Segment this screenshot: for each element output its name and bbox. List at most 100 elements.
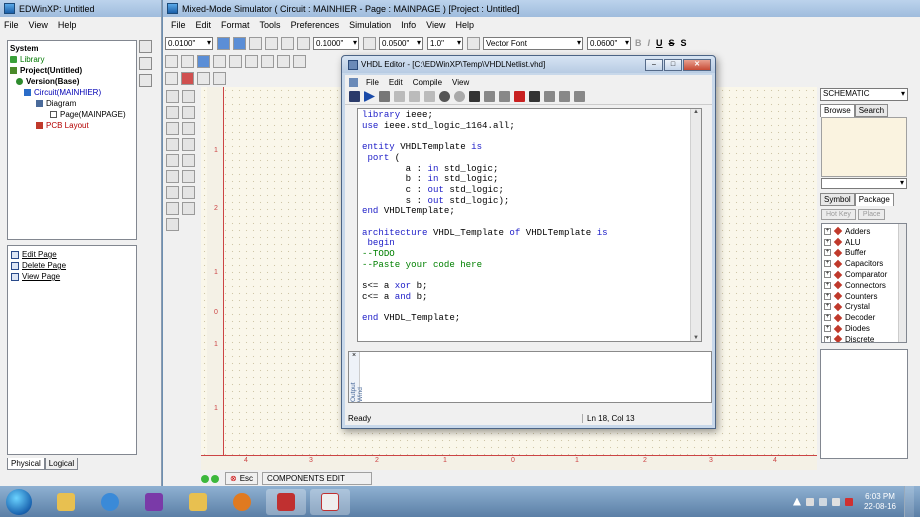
undo-icon[interactable] <box>439 91 450 102</box>
expand-icon[interactable]: + <box>824 325 831 333</box>
menu-view[interactable]: View <box>426 20 445 30</box>
menu-edit[interactable]: Edit <box>389 78 403 87</box>
snap-icon[interactable] <box>297 36 310 50</box>
menu-view[interactable]: View <box>29 20 48 30</box>
list-item[interactable]: + Buffer <box>824 248 904 259</box>
maximize-button[interactable]: □ <box>664 58 682 71</box>
font-size-select[interactable]: 0.0600" <box>587 36 631 50</box>
save-icon[interactable] <box>349 91 360 102</box>
taskbar-explorer[interactable] <box>46 489 86 515</box>
graphic-icon[interactable] <box>182 138 195 151</box>
close-button[interactable]: ✕ <box>683 58 711 71</box>
undo-icon[interactable] <box>277 54 290 68</box>
properties-icon[interactable] <box>139 74 152 87</box>
list-item[interactable]: + Counters <box>824 291 904 302</box>
font-select[interactable]: Vector Font <box>483 36 583 50</box>
copy-icon[interactable] <box>245 54 258 68</box>
taskbar-visual-studio[interactable] <box>134 489 174 515</box>
list-item[interactable]: + Adders <box>824 226 904 237</box>
underline-button[interactable]: U <box>656 38 663 48</box>
taskbar-hdl[interactable] <box>310 488 350 515</box>
open-icon[interactable] <box>181 54 194 68</box>
shadow-button[interactable]: S <box>681 38 687 48</box>
code-editor[interactable]: library ieee; use ieee.std_logic_1164.al… <box>357 108 702 342</box>
move-icon[interactable] <box>166 154 179 167</box>
esc-button[interactable]: ⊗ Esc <box>225 472 259 485</box>
zoom-fit-icon[interactable] <box>265 36 278 50</box>
redo-icon[interactable] <box>293 54 306 68</box>
menu-file[interactable]: File <box>4 20 19 30</box>
menu-edit[interactable]: Edit <box>196 20 212 30</box>
italic-button[interactable]: I <box>648 38 651 48</box>
menu-help[interactable]: Help <box>456 20 475 30</box>
tree-node-library[interactable]: Library <box>10 54 134 65</box>
hot-key-button[interactable]: Hot Key <box>821 209 856 220</box>
tab-browse[interactable]: Browse <box>820 104 855 117</box>
edit-page-link[interactable]: Edit Page <box>11 249 133 260</box>
expand-icon[interactable]: + <box>824 271 831 279</box>
start-button[interactable] <box>6 488 32 515</box>
list-item[interactable]: + Connectors <box>824 280 904 291</box>
show-desktop-button[interactable] <box>904 486 914 517</box>
menu-simulation[interactable]: Simulation <box>349 20 391 30</box>
next-bookmark-icon[interactable] <box>544 91 555 102</box>
power-icon[interactable] <box>182 202 195 215</box>
probe-icon[interactable] <box>166 186 179 199</box>
expand-icon[interactable]: + <box>824 281 831 289</box>
expand-icon[interactable]: + <box>824 314 831 322</box>
place-part-icon[interactable] <box>166 90 179 103</box>
list-item[interactable]: + Comparator <box>824 269 904 280</box>
edwin-titlebar[interactable]: EDWinXP: Untitled <box>0 0 161 17</box>
tree-node-pcb[interactable]: PCB Layout <box>10 120 134 131</box>
prev-bookmark-icon[interactable] <box>559 91 570 102</box>
tab-symbol[interactable]: Symbol <box>820 193 855 206</box>
run-icon[interactable] <box>364 91 375 102</box>
palette-mode-select[interactable]: SCHEMATIC <box>820 88 908 101</box>
clock[interactable]: 6:03 PM 22-08-16 <box>864 492 896 512</box>
delete-icon[interactable] <box>166 170 179 183</box>
list-item[interactable]: + Decoder <box>824 312 904 323</box>
tab-physical[interactable]: Physical <box>7 458 45 470</box>
tree-node-diagram[interactable]: Diagram <box>10 98 134 109</box>
output-close-icon[interactable]: × <box>349 352 359 359</box>
draw-bus-icon[interactable] <box>182 106 195 119</box>
expand-icon[interactable]: + <box>824 335 831 342</box>
port-icon[interactable] <box>166 202 179 215</box>
place-button[interactable]: Place <box>857 209 886 220</box>
menu-format[interactable]: Format <box>221 20 250 30</box>
new-item-icon[interactable] <box>139 40 152 53</box>
taskbar-ie[interactable] <box>90 489 130 515</box>
text-icon[interactable] <box>166 138 179 151</box>
antivirus-icon[interactable] <box>844 497 853 506</box>
replace-icon[interactable] <box>514 91 525 102</box>
zoom-in-icon[interactable] <box>217 36 230 50</box>
label-icon[interactable] <box>182 122 195 135</box>
expand-icon[interactable]: + <box>824 238 831 246</box>
list-item[interactable]: + Discrete <box>824 334 904 342</box>
menu-info[interactable]: Info <box>401 20 416 30</box>
wire-icon[interactable] <box>197 71 210 85</box>
ground-icon[interactable] <box>166 218 179 231</box>
simulator-titlebar[interactable]: Mixed-Mode Simulator ( Circuit : MAINHIE… <box>163 0 920 17</box>
line-style-icon[interactable] <box>363 36 376 50</box>
paste-icon[interactable] <box>261 54 274 68</box>
list-item[interactable]: + ALU <box>824 237 904 248</box>
tree-node-circuit[interactable]: Circuit(MAINHIER) <box>10 87 134 98</box>
draw-wire-icon[interactable] <box>166 106 179 119</box>
view-page-link[interactable]: View Page <box>11 271 133 282</box>
component-icon[interactable] <box>181 71 194 85</box>
measure-icon[interactable] <box>182 186 195 199</box>
fill-icon[interactable] <box>467 36 480 50</box>
minimize-button[interactable]: – <box>645 58 663 71</box>
print-icon[interactable] <box>213 54 226 68</box>
tab-search[interactable]: Search <box>854 104 889 117</box>
delete-page-link[interactable]: Delete Page <box>11 260 133 271</box>
expand-icon[interactable]: + <box>824 303 831 311</box>
grid-spacing-select[interactable]: 0.1000" <box>313 36 359 50</box>
menu-compile[interactable]: Compile <box>413 78 442 87</box>
flag-icon[interactable] <box>805 497 814 506</box>
junction-icon[interactable] <box>166 122 179 135</box>
tab-package[interactable]: Package <box>854 193 894 206</box>
bus-icon[interactable] <box>213 71 226 85</box>
show-hidden-icon[interactable] <box>792 497 801 506</box>
